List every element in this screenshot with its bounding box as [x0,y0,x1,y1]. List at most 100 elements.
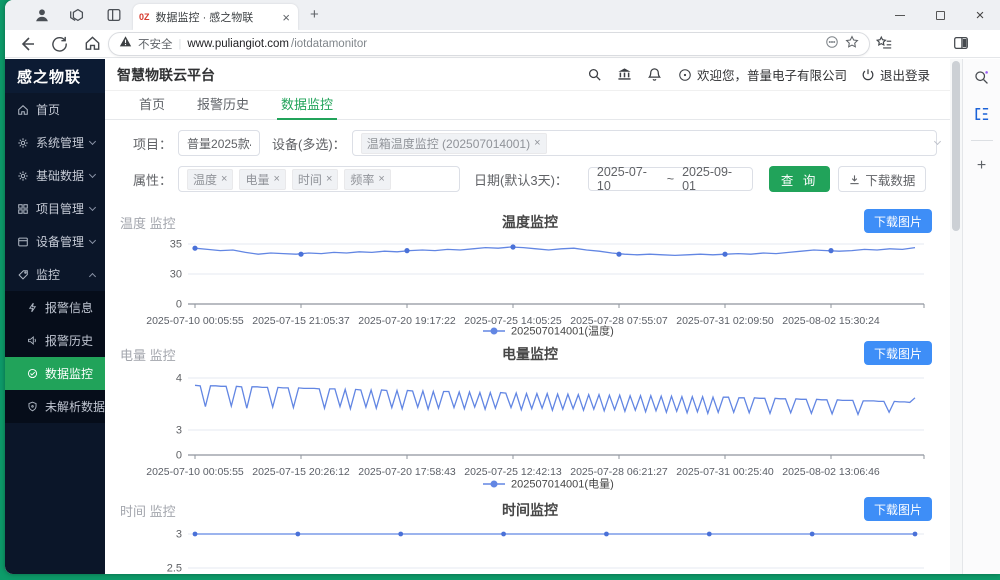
svg-text:2025-07-15 21:05:37: 2025-07-15 21:05:37 [252,315,350,327]
browser-toolbar: 不安全 | www.puliangiot.com/iotdatamonitor [5,30,1000,58]
extension-icon[interactable] [974,107,990,124]
chart-title: 温度监控 [120,212,940,232]
welcome-area[interactable]: 欢迎您，普量电子有限公司 [678,65,847,84]
tag-close-icon[interactable]: × [534,137,540,149]
sidebar-item-data-monitor[interactable]: 数据监控 [5,357,105,390]
chevron-down-icon [89,236,96,243]
shield-icon [27,401,38,412]
download-image-button[interactable]: 下载图片 [864,209,932,233]
search-icon[interactable] [580,67,610,82]
download-data-button[interactable]: 下载数据 [838,166,926,192]
attr-multiselect[interactable]: 温度× 电量× 时间× 频率× [178,166,460,192]
tab-data-monitor[interactable]: 数据监控 [265,88,349,119]
sidebar-item-unparsed-data[interactable]: 未解析数据 [5,390,105,423]
sidebar-divider [971,140,993,141]
battery-chart[interactable]: 4302025-07-10 00:05:552025-07-15 20:26:1… [120,368,938,494]
logout-button[interactable]: 退出登录 [861,65,930,84]
collections-icon[interactable] [875,34,895,54]
sidebar-add-button[interactable]: + [977,157,986,175]
gear-icon [17,170,29,182]
home-icon[interactable] [83,34,103,54]
download-icon [849,174,860,185]
gear-icon [17,137,29,149]
app-header: 智慧物联云平台 欢迎您，普量电子有限公司 退出登录 [105,59,950,91]
date-range-input[interactable]: 2025-07-10 ~ 2025-09-01 [588,167,753,191]
tag-close-icon[interactable]: × [326,173,332,185]
attr-label: 属性： [133,170,172,189]
back-icon[interactable] [17,34,37,54]
date-start: 2025-07-10 [597,165,659,193]
query-button[interactable]: 查 询 [769,166,830,192]
svg-text:2025-07-25 12:42:13: 2025-07-25 12:42:13 [464,466,562,478]
filter-panel: 项目： 普量2025款4... 设备(多选)： 温箱温度监控 (20250701… [105,120,950,206]
tab-home[interactable]: 首页 [123,88,181,119]
scrollbar-thumb[interactable] [952,61,960,231]
download-image-button[interactable]: 下载图片 [864,497,932,521]
sidebar-submenu: 报警信息 报警历史 数据监控 未解析数据 [5,291,105,423]
project-select[interactable]: 普量2025款4... [178,130,260,156]
favorite-star-icon[interactable] [845,35,859,54]
browser-tabstrip: 0Z 数据监控 · 感之物联 × + × [5,0,1000,30]
sidebar-item-home[interactable]: 首页 [5,93,105,126]
browser-tab-active[interactable]: 0Z 数据监控 · 感之物联 × [133,4,298,30]
tag-icon [17,269,29,281]
bank-icon[interactable] [610,67,640,82]
date-separator: ~ [667,172,674,186]
date-label: 日期(默认3天)： [474,170,568,189]
profile-icon[interactable] [33,6,51,24]
close-button[interactable]: × [960,0,1000,30]
sidebar-item-label: 报警历史 [45,332,93,349]
sidebar-item-basedata[interactable]: 基础数据 [5,159,105,192]
not-secure-icon [119,35,132,53]
sidebar-item-alarm-history[interactable]: 报警历史 [5,324,105,357]
device-multiselect[interactable]: 温箱温度监控 (202507014001)× [352,130,937,156]
chart-title: 电量监控 [120,344,940,364]
sidebar-item-system[interactable]: 系统管理 [5,126,105,159]
sidebar-item-label: 项目管理 [36,200,84,217]
sidebar-item-label: 监控 [36,266,60,283]
sidebar-item-devices[interactable]: 设备管理 [5,225,105,258]
bell-icon[interactable] [640,67,670,82]
app-logo: 感之物联 [5,59,105,93]
svg-text:2025-07-10 00:05:55: 2025-07-10 00:05:55 [146,466,244,478]
sidebar-search-icon[interactable] [973,69,990,91]
sidebar-item-alarm-info[interactable]: 报警信息 [5,291,105,324]
sidebar-item-label: 基础数据 [36,167,84,184]
chart-title: 时间监控 [120,500,940,520]
chevron-down-icon [89,203,96,210]
main-content: 智慧物联云平台 欢迎您，普量电子有限公司 退出登录 [105,59,950,574]
download-image-button[interactable]: 下载图片 [864,341,932,365]
tab-alarm-history[interactable]: 报警历史 [181,88,265,119]
url-path: /iotdatamonitor [291,38,367,50]
sidebar-item-projects[interactable]: 项目管理 [5,192,105,225]
tab-actions-icon[interactable] [105,6,123,24]
address-bar[interactable]: 不安全 | www.puliangiot.com/iotdatamonitor [108,32,870,56]
page-scrollbar[interactable] [950,59,962,574]
edge-sidebar: + [962,59,1000,574]
svg-text:3: 3 [176,425,182,437]
sidebar-item-monitor[interactable]: 监控 [5,258,105,291]
svg-text:202507014001(电量): 202507014001(电量) [511,478,614,491]
security-label: 不安全 [138,36,173,52]
minimize-button[interactable] [880,0,920,30]
refresh-icon[interactable] [50,34,70,54]
logout-label: 退出登录 [880,65,930,84]
workspaces-icon[interactable] [68,6,86,24]
temperature-chart[interactable]: 353002025-07-10 00:05:552025-07-15 21:05… [120,236,938,338]
tag-close-icon[interactable]: × [221,173,227,185]
site-favicon: 0Z [139,12,150,22]
time-chart[interactable]: 32.5 [120,524,938,574]
chevron-down-icon [89,170,96,177]
sidebar-item-label: 系统管理 [36,134,84,151]
tag-close-icon[interactable]: × [273,173,279,185]
svg-text:2025-08-02 15:30:24: 2025-08-02 15:30:24 [782,315,880,327]
tab-close-icon[interactable]: × [280,10,292,25]
chart-section-battery: 电量监控 电量 监控 下载图片 4302025-07-10 00:05:5520… [105,340,950,494]
split-screen-icon[interactable] [952,34,972,54]
new-tab-button[interactable]: + [310,6,319,23]
reader-icon[interactable] [825,35,839,54]
tag-close-icon[interactable]: × [378,173,384,185]
chart-section-time: 时间监控 时间 监控 下载图片 32.5 [105,496,950,574]
svg-text:2025-07-31 00:25:40: 2025-07-31 00:25:40 [676,466,774,478]
maximize-button[interactable] [920,0,960,30]
